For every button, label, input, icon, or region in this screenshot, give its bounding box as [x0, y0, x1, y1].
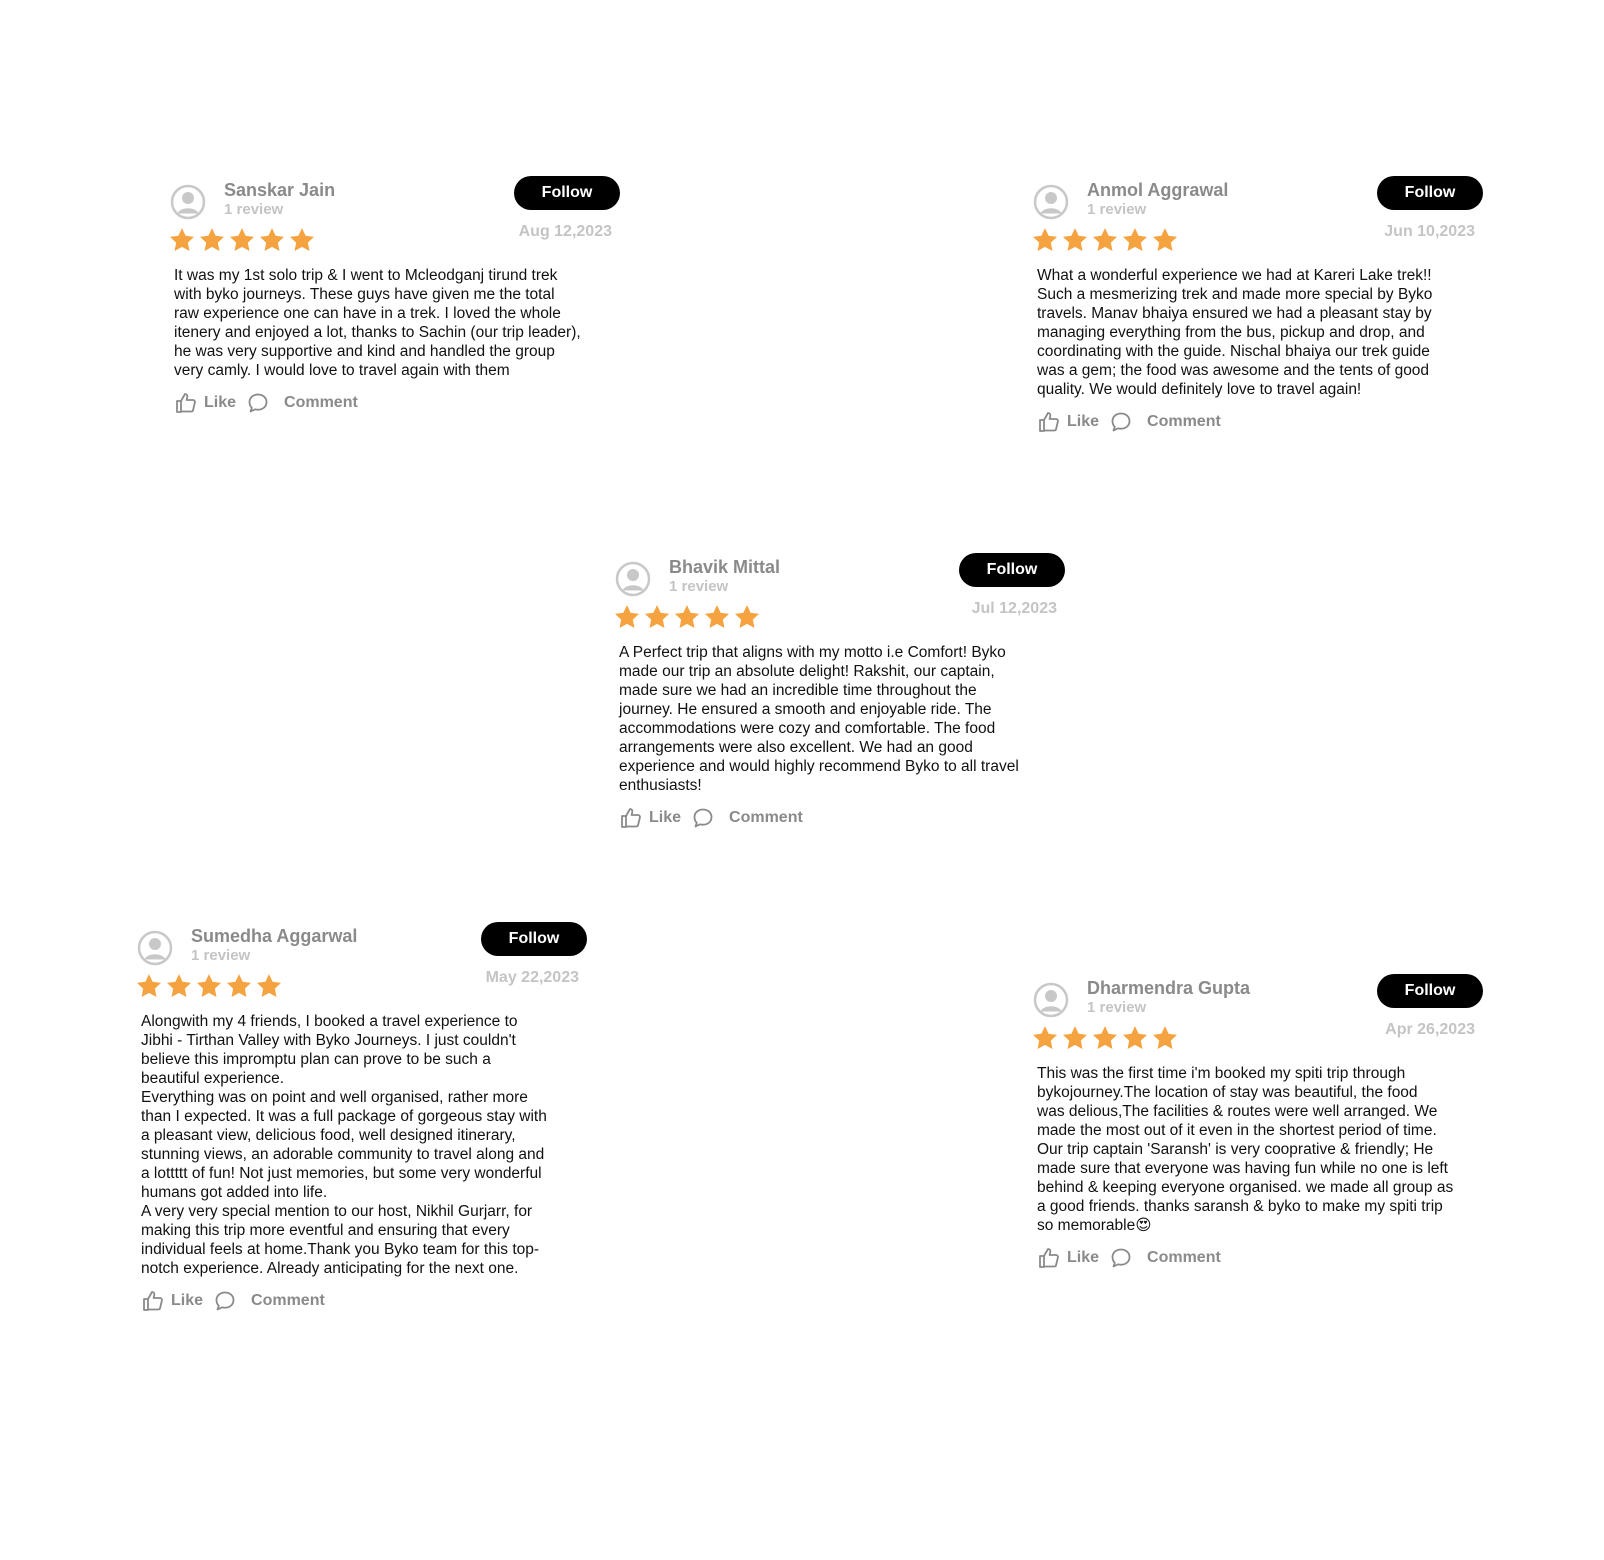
thumbs-up-icon [619, 806, 643, 830]
review-card: Bhavik Mittal 1 review Follow Jul 12,202… [613, 553, 1065, 831]
comment-bubble-icon [1109, 410, 1133, 434]
comment-label: Comment [1147, 413, 1221, 430]
star-icon [195, 972, 223, 1000]
review-actions: Like Comment [141, 1288, 587, 1314]
star-icon [165, 972, 193, 1000]
star-icon [703, 603, 731, 631]
user-circle-icon [1033, 184, 1069, 220]
thumbs-up-icon [141, 1289, 165, 1313]
review-count: 1 review [669, 578, 729, 595]
star-rating [1031, 1024, 1481, 1056]
star-icon [673, 603, 701, 631]
star-icon [643, 603, 671, 631]
star-rating [135, 972, 585, 1004]
star-icon [228, 226, 256, 254]
reviewer-name: Anmol Aggrawal [1087, 180, 1229, 200]
review-actions: Like Comment [174, 390, 620, 416]
like-label: Like [171, 1292, 204, 1309]
comment-label: Comment [1147, 1249, 1221, 1266]
comment-bubble-icon [213, 1289, 237, 1313]
review-count: 1 review [1087, 999, 1147, 1016]
comment-label: Comment [284, 394, 358, 411]
like-button[interactable]: Like [141, 1289, 203, 1313]
star-icon [613, 603, 641, 631]
review-actions: Like Comment [619, 805, 1065, 831]
comment-bubble-icon [246, 391, 270, 415]
follow-button[interactable]: Follow [481, 922, 587, 956]
comment-label: Comment [251, 1292, 325, 1309]
like-label: Like [1067, 1249, 1100, 1266]
star-icon [1031, 1024, 1059, 1052]
review-text: A Perfect trip that aligns with my motto… [619, 644, 1019, 794]
review-text: Alongwith my 4 friends, I booked a trave… [141, 1013, 547, 1277]
like-button[interactable]: Like [1037, 410, 1099, 434]
star-rating [613, 603, 1063, 635]
star-icon [288, 226, 316, 254]
star-icon [258, 226, 286, 254]
star-icon [1121, 226, 1149, 254]
like-label: Like [649, 809, 682, 826]
thumbs-up-icon [174, 391, 198, 415]
user-circle-icon [615, 561, 651, 597]
reviewer-name: Sumedha Aggarwal [191, 926, 358, 946]
reviewer-name: Bhavik Mittal [669, 557, 781, 577]
review-text: This was the first time i'm booked my sp… [1037, 1065, 1454, 1234]
user-circle-icon [137, 930, 173, 966]
review-count: 1 review [191, 947, 251, 964]
comment-bubble-icon [1109, 1246, 1133, 1270]
thumbs-up-icon [1037, 1246, 1061, 1270]
review-card: Dharmendra Gupta 1 review Follow Apr 26,… [1031, 974, 1483, 1271]
like-label: Like [204, 394, 237, 411]
review-card: Sumedha Aggarwal 1 review Follow May 22,… [135, 922, 587, 1314]
star-icon [1031, 226, 1059, 254]
like-button[interactable]: Like [174, 391, 236, 415]
star-icon [1091, 226, 1119, 254]
reviewer-name: Dharmendra Gupta [1087, 978, 1251, 998]
review-actions: Like Comment [1037, 409, 1483, 435]
like-label: Like [1067, 413, 1100, 430]
star-rating [168, 226, 618, 258]
comment-bubble-icon [691, 806, 715, 830]
star-rating [1031, 226, 1481, 258]
star-icon [255, 972, 283, 1000]
review-text: What a wonderful experience we had at Ka… [1037, 267, 1433, 398]
follow-button[interactable]: Follow [959, 553, 1065, 587]
comment-button[interactable]: Comment [1109, 1246, 1221, 1270]
comment-button[interactable]: Comment [213, 1289, 325, 1313]
star-icon [1061, 1024, 1089, 1052]
star-icon [135, 972, 163, 1000]
comment-button[interactable]: Comment [691, 806, 803, 830]
star-icon [198, 226, 226, 254]
user-circle-icon [1033, 982, 1069, 1018]
star-icon [1061, 226, 1089, 254]
like-button[interactable]: Like [619, 806, 681, 830]
review-card: Anmol Aggrawal 1 review Follow Jun 10,20… [1031, 176, 1483, 435]
follow-button[interactable]: Follow [1377, 176, 1483, 210]
user-circle-icon [170, 184, 206, 220]
review-count: 1 review [224, 201, 284, 218]
comment-label: Comment [729, 809, 803, 826]
star-icon [225, 972, 253, 1000]
comment-button[interactable]: Comment [246, 391, 358, 415]
star-icon [1151, 1024, 1179, 1052]
reviewer-name: Sanskar Jain [224, 180, 336, 200]
star-icon [168, 226, 196, 254]
follow-button[interactable]: Follow [1377, 974, 1483, 1008]
review-text: It was my 1st solo trip & I went to Mcle… [174, 267, 581, 379]
follow-button[interactable]: Follow [514, 176, 620, 210]
review-card: Sanskar Jain 1 review Follow Aug 12,2023… [168, 176, 620, 416]
star-icon [1121, 1024, 1149, 1052]
review-count: 1 review [1087, 201, 1147, 218]
star-icon [733, 603, 761, 631]
like-button[interactable]: Like [1037, 1246, 1099, 1270]
thumbs-up-icon [1037, 410, 1061, 434]
star-icon [1151, 226, 1179, 254]
star-icon [1091, 1024, 1119, 1052]
comment-button[interactable]: Comment [1109, 410, 1221, 434]
review-actions: Like Comment [1037, 1245, 1483, 1271]
